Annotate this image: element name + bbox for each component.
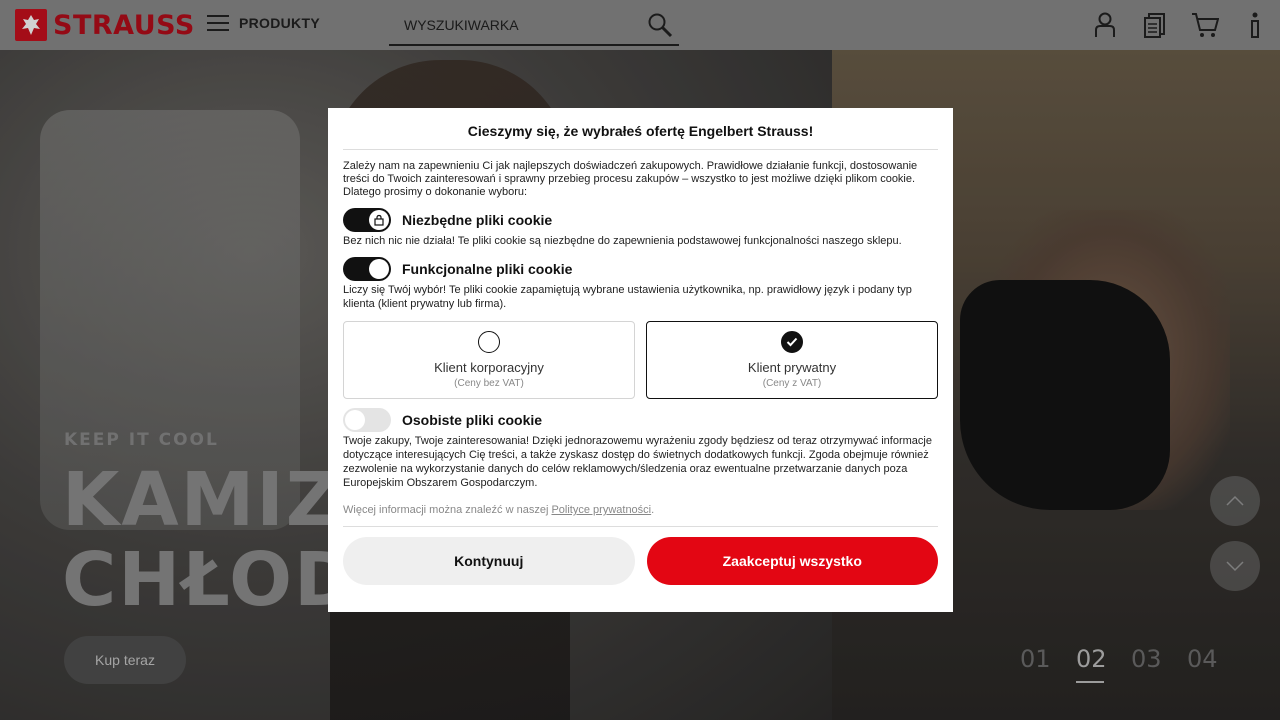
functional-cookies-desc: Liczy się Twój wybór! Te pliki cookie za… bbox=[343, 284, 912, 310]
functional-cookies-toggle[interactable] bbox=[343, 257, 391, 281]
customer-type-private[interactable]: Klient prywatny (Ceny z VAT) bbox=[646, 321, 938, 399]
consent-actions: Kontynuuj Zaakceptuj wszystko bbox=[343, 537, 938, 585]
customer-type-label: Klient korporacyjny bbox=[434, 360, 544, 375]
customer-type-label: Klient prywatny bbox=[747, 360, 837, 375]
functional-cookies-title: Funkcjonalne pliki cookie bbox=[402, 261, 573, 277]
privacy-policy-link[interactable]: Polityce prywatności bbox=[551, 504, 651, 516]
personal-cookies-section: Osobiste pliki cookie Twoje zakupy, Twoj… bbox=[343, 408, 938, 490]
functional-cookies-section: Funkcjonalne pliki cookie Liczy się Twój… bbox=[343, 257, 938, 311]
consent-title: Cieszymy się, że wybrałeś ofertę Engelbe… bbox=[343, 108, 938, 150]
radio-checked-icon bbox=[781, 331, 803, 353]
necessary-cookies-toggle[interactable] bbox=[343, 208, 391, 232]
personal-cookies-desc: Twoje zakupy, Twoje zainteresowania! Dzi… bbox=[343, 435, 932, 489]
customer-type-selector: Klient korporacyjny (Ceny bez VAT) Klien… bbox=[343, 321, 938, 399]
personal-cookies-title: Osobiste pliki cookie bbox=[402, 412, 543, 428]
consent-intro: Zależy nam na zapewnieniu Ci jak najleps… bbox=[343, 160, 918, 198]
necessary-cookies-title: Niezbędne pliki cookie bbox=[402, 212, 553, 228]
continue-button[interactable]: Kontynuuj bbox=[343, 537, 635, 585]
accept-all-button[interactable]: Zaakceptuj wszystko bbox=[646, 537, 938, 585]
radio-unchecked-icon bbox=[478, 331, 500, 353]
privacy-info: Więcej informacji można znaleźć w naszej… bbox=[343, 504, 938, 527]
necessary-cookies-desc: Bez nich nic nie działa! Te pliki cookie… bbox=[343, 235, 902, 247]
customer-type-sub: (Ceny bez VAT) bbox=[454, 378, 524, 389]
customer-type-sub: (Ceny z VAT) bbox=[762, 378, 822, 389]
personal-cookies-toggle[interactable] bbox=[343, 408, 391, 432]
necessary-cookies-section: Niezbędne pliki cookie Bez nich nic nie … bbox=[343, 208, 938, 248]
cookie-consent-dialog: Cieszymy się, że wybrałeś ofertę Engelbe… bbox=[328, 108, 953, 612]
lock-icon bbox=[374, 214, 384, 226]
customer-type-corporate[interactable]: Klient korporacyjny (Ceny bez VAT) bbox=[343, 321, 635, 399]
